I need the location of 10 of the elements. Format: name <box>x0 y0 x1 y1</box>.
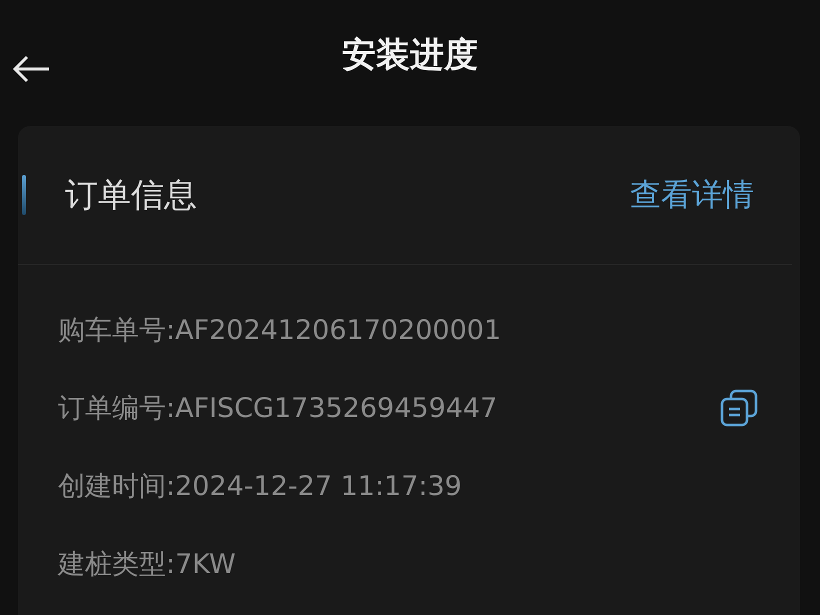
order-field: 订单编号:AFISCG1735269459447 <box>58 390 498 426</box>
copy-icon[interactable] <box>720 389 758 427</box>
back-arrow-icon[interactable] <box>12 54 50 84</box>
order-field: 建桩类型:7KW <box>58 546 236 582</box>
card-title: 订单信息 <box>65 174 198 216</box>
accent-bar <box>22 175 26 215</box>
page-title: 安装进度 <box>342 34 478 77</box>
order-field: 创建时间:2024-12-27 11:17:39 <box>58 468 462 504</box>
view-details-link[interactable]: 查看详情 <box>630 174 754 216</box>
order-field: 购车单号:AF20241206170200001 <box>58 312 502 348</box>
